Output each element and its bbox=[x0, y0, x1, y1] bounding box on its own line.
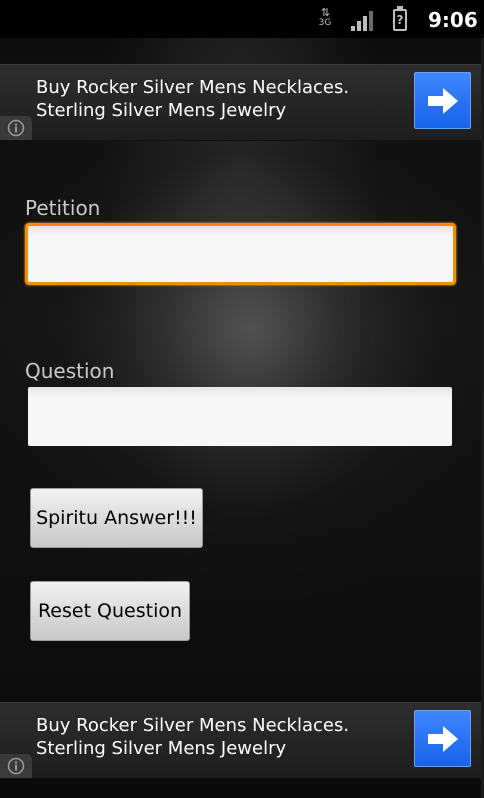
ad-text[interactable]: Buy Rocker Silver Mens Necklaces. Sterli… bbox=[36, 714, 412, 760]
network-arrows: ⇅ bbox=[320, 6, 330, 19]
ad-text[interactable]: Buy Rocker Silver Mens Necklaces. Sterli… bbox=[36, 76, 412, 122]
status-bar: ⇅ 3G ? 9:06 bbox=[0, 0, 484, 38]
question-input[interactable] bbox=[28, 387, 452, 446]
ad-go-button[interactable] bbox=[414, 710, 471, 767]
ad-info-button[interactable] bbox=[0, 116, 32, 140]
info-icon bbox=[7, 757, 25, 775]
battery-unknown-icon: ? bbox=[393, 6, 407, 31]
petition-input[interactable] bbox=[25, 223, 456, 285]
arrow-right-icon bbox=[428, 88, 458, 114]
signal-strength-icon bbox=[351, 11, 375, 31]
status-time: 9:06 bbox=[428, 8, 478, 32]
info-icon bbox=[7, 119, 25, 137]
3g-data-icon: ⇅ 3G bbox=[314, 6, 336, 32]
network-type: 3G bbox=[318, 18, 332, 28]
ad-banner-bottom[interactable]: Buy Rocker Silver Mens Necklaces. Sterli… bbox=[0, 702, 484, 779]
arrow-right-icon bbox=[428, 726, 458, 752]
petition-label: Petition bbox=[25, 196, 101, 220]
ad-banner-top[interactable]: Buy Rocker Silver Mens Necklaces. Sterli… bbox=[0, 64, 484, 141]
reset-question-button[interactable]: Reset Question bbox=[30, 581, 190, 641]
battery-glyph: ? bbox=[396, 13, 404, 27]
app-screen: ⇅ 3G ? 9:06 Buy Rocker Silver Mens Neckl… bbox=[0, 0, 484, 798]
ad-go-button[interactable] bbox=[414, 72, 471, 129]
question-label: Question bbox=[25, 359, 115, 383]
spiritu-answer-button[interactable]: Spiritu Answer!!! bbox=[30, 488, 203, 548]
ad-info-button[interactable] bbox=[0, 754, 32, 778]
